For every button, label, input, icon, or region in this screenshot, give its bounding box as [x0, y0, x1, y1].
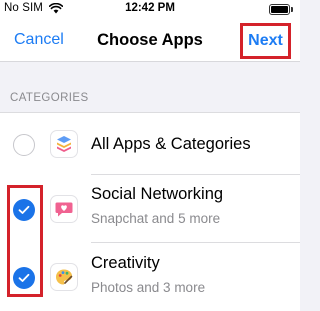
list-item-creativity[interactable]: Creativity Photos and 3 more — [0, 243, 300, 311]
checkbox-unchecked[interactable] — [13, 134, 35, 156]
row-title: Social Networking — [91, 185, 224, 203]
cancel-button[interactable]: Cancel — [14, 31, 64, 49]
screen: No SIM 12:42 PM Cancel Choose Apps Next … — [0, 0, 300, 311]
row-title: Creativity — [91, 254, 160, 272]
navigation-bar: Cancel Choose Apps Next — [0, 18, 300, 62]
battery-icon — [269, 4, 293, 15]
checkbox-checked[interactable] — [13, 267, 35, 289]
stacked-layers-icon — [50, 130, 78, 158]
checkmark-icon — [18, 273, 30, 282]
checkbox-checked[interactable] — [13, 199, 35, 221]
next-button[interactable]: Next — [240, 23, 291, 59]
row-subtitle: Snapchat and 5 more — [91, 211, 221, 226]
list-item-all-apps[interactable]: All Apps & Categories — [0, 113, 300, 175]
row-subtitle: Photos and 3 more — [91, 280, 206, 295]
palette-icon — [50, 263, 78, 291]
checkmark-icon — [18, 205, 30, 214]
section-header-categories: CATEGORIES — [10, 92, 89, 104]
chat-heart-icon — [50, 195, 78, 223]
row-title: All Apps & Categories — [91, 135, 251, 153]
status-bar: No SIM 12:42 PM — [0, 0, 300, 18]
next-button-label: Next — [248, 32, 283, 49]
categories-list: All Apps & Categories Social Networking … — [0, 112, 300, 311]
status-time: 12:42 PM — [125, 2, 175, 14]
list-item-social-networking[interactable]: Social Networking Snapchat and 5 more — [0, 175, 300, 243]
